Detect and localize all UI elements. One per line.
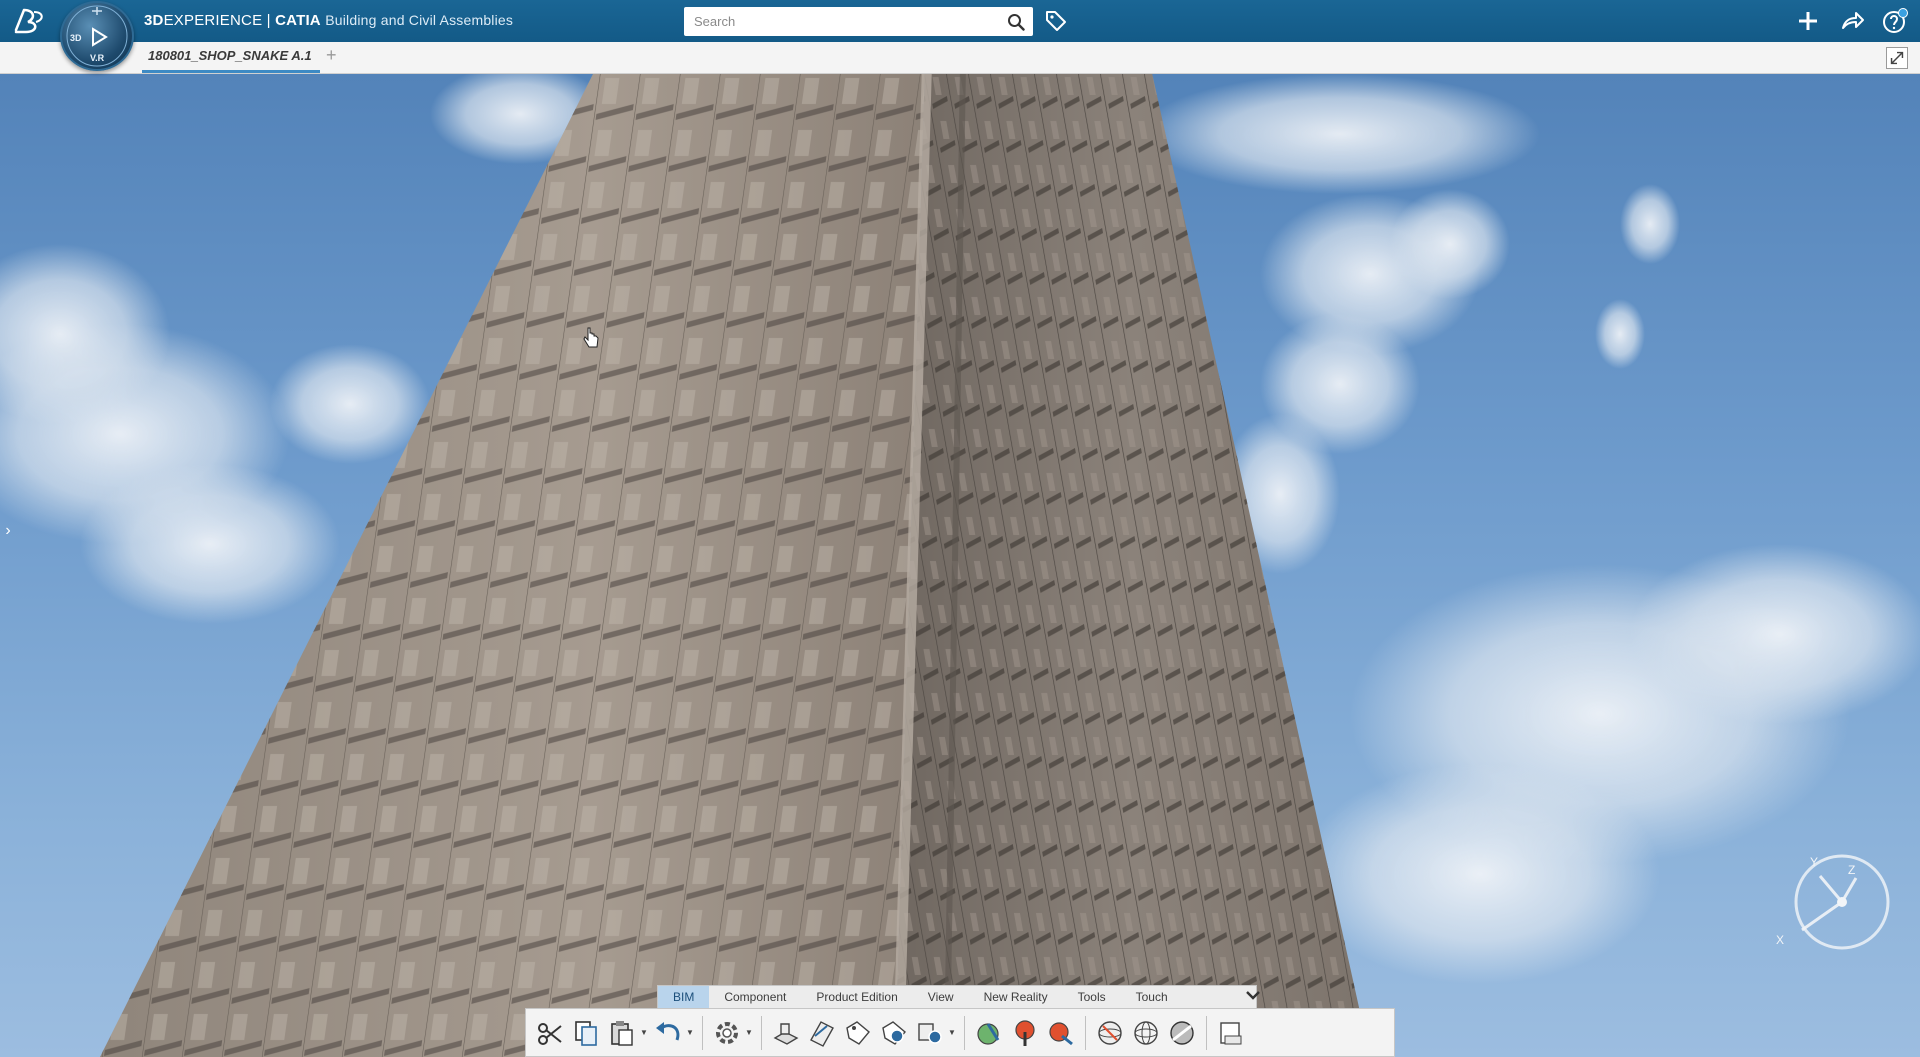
copy-button[interactable] — [568, 1014, 604, 1052]
brand-experience: EXPERIENCE — [163, 12, 263, 29]
toolbar-separator — [1206, 1015, 1207, 1050]
compass-widget[interactable]: 3D V.R — [60, 1, 134, 71]
assembly-icon — [773, 1022, 799, 1045]
render-sphere-icon — [1170, 1020, 1194, 1045]
hand-cursor-icon — [583, 327, 599, 348]
paste-dropdown[interactable]: ▼ — [640, 1014, 650, 1052]
section-tab-touch[interactable]: Touch — [1121, 986, 1183, 1008]
brand-separator: | — [262, 12, 276, 29]
search-icon[interactable] — [1007, 13, 1025, 31]
toolbar-separator — [702, 1015, 703, 1050]
chevron-down-icon[interactable] — [1244, 986, 1262, 1006]
section-tab-product-edition[interactable]: Product Edition — [801, 986, 912, 1008]
search-box[interactable] — [684, 7, 1033, 36]
toolbar-separator — [964, 1015, 965, 1050]
paste-button[interactable] — [604, 1014, 640, 1052]
compass-ring-icon — [66, 5, 128, 67]
shading-button[interactable] — [1092, 1014, 1128, 1052]
active-tab-indicator — [142, 70, 320, 73]
spec-dropdown[interactable]: ▼ — [948, 1014, 958, 1052]
section-tab-tools[interactable]: Tools — [1063, 986, 1121, 1008]
panel-edit-icon — [810, 1020, 834, 1047]
material-apply-icon — [1015, 1019, 1035, 1046]
building-scene — [0, 74, 1920, 1057]
tag-tool-button[interactable] — [840, 1014, 876, 1052]
undo-button[interactable] — [650, 1014, 686, 1052]
tag-icon[interactable] — [1044, 8, 1068, 32]
update-button[interactable] — [709, 1014, 745, 1052]
compass-axis-y: Y — [1810, 855, 1818, 869]
tab-bar: 180801_SHOP_SNAKE A.1 + — [0, 42, 1920, 74]
spec-tool-button[interactable] — [912, 1014, 948, 1052]
left-panel-expander[interactable]: › — [0, 514, 16, 548]
3d-compass-icon[interactable]: Y Z X — [1772, 832, 1892, 952]
wireframe-button[interactable] — [1128, 1014, 1164, 1052]
material-tool-button[interactable] — [971, 1014, 1007, 1052]
refresh-gear-icon — [716, 1021, 738, 1044]
spec-icon — [918, 1022, 942, 1044]
share-icon[interactable] — [1839, 8, 1865, 34]
add-icon[interactable] — [1795, 8, 1821, 34]
search-input[interactable] — [684, 7, 994, 36]
action-bar-sections: BIM Component Product Edition View New R… — [657, 985, 1257, 1008]
material-ball-icon — [977, 1022, 1000, 1045]
shaded-sphere-icon — [1098, 1020, 1122, 1045]
settings-tool-button[interactable] — [876, 1014, 912, 1052]
tab-document[interactable]: 180801_SHOP_SNAKE A.1 — [148, 48, 312, 63]
toolbar-separator — [761, 1015, 762, 1050]
material-edit-icon — [1049, 1021, 1073, 1045]
render-style-button[interactable] — [1164, 1014, 1200, 1052]
cut-button[interactable] — [532, 1014, 568, 1052]
add-tab-button[interactable]: + — [326, 45, 337, 66]
section-tab-view[interactable]: View — [913, 986, 969, 1008]
component-tool-button[interactable] — [804, 1014, 840, 1052]
action-bar-toolbar: ▼ ▼ ▼ ▼ — [525, 1008, 1395, 1057]
undo-icon — [656, 1021, 680, 1040]
help-icon[interactable] — [1882, 8, 1908, 34]
3d-viewport[interactable]: › Y Z X — [0, 74, 1920, 1057]
dsm-button[interactable] — [1213, 1014, 1249, 1052]
fullscreen-icon[interactable] — [1886, 47, 1908, 69]
section-tab-new-reality[interactable]: New Reality — [969, 986, 1063, 1008]
brand-3d: 3D — [144, 12, 164, 29]
undo-dropdown[interactable]: ▼ — [686, 1014, 696, 1052]
app-name: Building and Civil Assemblies — [325, 12, 514, 28]
apply-material-button[interactable] — [1007, 1014, 1043, 1052]
section-tab-bim[interactable]: BIM — [658, 986, 710, 1008]
brand-catia: CATIA — [275, 12, 321, 29]
assembly-tool-button[interactable] — [768, 1014, 804, 1052]
tag-tool-icon — [846, 1020, 870, 1045]
update-dropdown[interactable]: ▼ — [745, 1014, 755, 1052]
dsm-icon — [1220, 1021, 1242, 1044]
compass-axis-z: Z — [1848, 863, 1855, 877]
dassault-systemes-logo[interactable] — [10, 4, 50, 38]
app-title: 3DEXPERIENCE | CATIA Building and Civil … — [144, 12, 513, 29]
material-edit-button[interactable] — [1043, 1014, 1079, 1052]
gear-tag-icon — [882, 1020, 906, 1045]
compass-axis-x: X — [1776, 933, 1784, 947]
clipboard-icon — [611, 1020, 633, 1046]
copy-icon — [575, 1020, 597, 1046]
toolbar-separator — [1085, 1015, 1086, 1050]
top-bar: 3D V.R 3DEXPERIENCE | CATIA Building and… — [0, 0, 1920, 71]
scissors-icon — [538, 1022, 562, 1045]
section-tab-component[interactable]: Component — [709, 986, 801, 1008]
wireframe-sphere-icon — [1134, 1020, 1158, 1045]
